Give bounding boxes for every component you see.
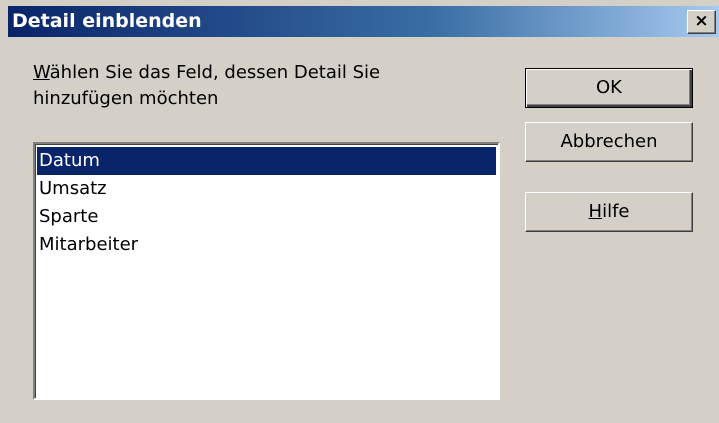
dialog-window: Detail einblenden × Wählen Sie das Feld,…	[0, 0, 719, 423]
help-mnemonic: H	[588, 201, 603, 222]
help-button[interactable]: Hilfe	[525, 192, 693, 232]
help-label: ilfe	[602, 201, 630, 222]
cancel-button[interactable]: Abbrechen	[525, 122, 693, 162]
list-item-datum[interactable]: Datum	[37, 147, 496, 175]
list-item-mitarbeiter[interactable]: Mitarbeiter	[37, 231, 496, 259]
title-bar[interactable]: Detail einblenden ×	[8, 6, 719, 37]
prompt-line-1: Wählen Sie das Feld, dessen Detail Sie	[33, 60, 463, 86]
field-prompt: Wählen Sie das Feld, dessen Detail Sie h…	[33, 60, 463, 112]
prompt-line-1-text: ählen Sie das Feld, dessen Detail Sie	[49, 62, 381, 83]
prompt-line-2: hinzufügen möchten	[33, 88, 219, 109]
list-item-umsatz[interactable]: Umsatz	[37, 175, 496, 203]
window-title: Detail einblenden	[12, 10, 202, 32]
ok-button[interactable]: OK	[525, 68, 693, 108]
field-listbox[interactable]: Datum Umsatz Sparte Mitarbeiter	[33, 142, 500, 400]
prompt-mnemonic: W	[33, 62, 50, 83]
list-item-sparte[interactable]: Sparte	[37, 203, 496, 231]
close-icon[interactable]: ×	[687, 10, 716, 34]
